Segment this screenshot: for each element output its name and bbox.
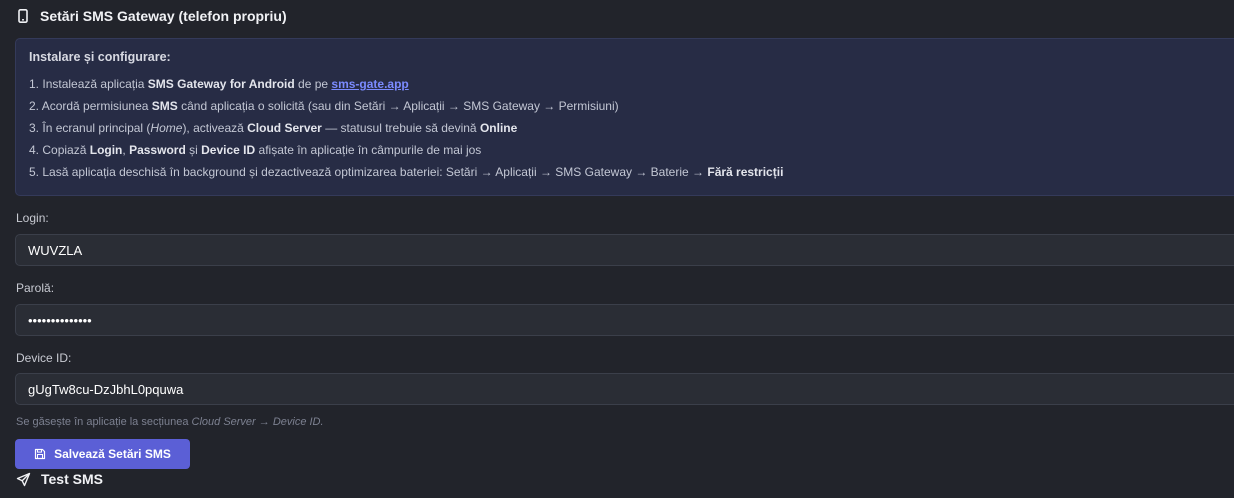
password-label: Parolă: xyxy=(16,281,55,295)
send-icon xyxy=(16,472,31,487)
instructions-heading: Instalare și configurare: xyxy=(29,50,171,64)
login-label: Login: xyxy=(16,211,49,225)
device-id-input[interactable] xyxy=(15,373,1234,405)
section-title: Setări SMS Gateway (telefon propriu) xyxy=(16,6,287,26)
instruction-step-1: 1. Instalează aplicația SMS Gateway for … xyxy=(29,77,409,91)
test-sms-title: Test SMS xyxy=(16,470,103,488)
save-sms-settings-button[interactable]: Salvează Setări SMS xyxy=(15,439,190,469)
instruction-step-2: 2. Acordă permisiunea SMS când aplicația… xyxy=(29,99,619,113)
phone-icon xyxy=(16,8,30,24)
save-button-label: Salvează Setări SMS xyxy=(54,447,171,461)
floppy-disk-icon xyxy=(34,448,46,460)
install-instructions-box: Instalare și configurare: 1. Instalează … xyxy=(15,38,1234,196)
sms-gate-link[interactable]: sms-gate.app xyxy=(331,77,408,91)
device-id-label: Device ID: xyxy=(16,351,72,365)
instructions-list: 1. Instalează aplicația SMS Gateway for … xyxy=(29,76,783,186)
password-input[interactable] xyxy=(15,304,1234,336)
login-input[interactable] xyxy=(15,234,1234,266)
instruction-step-5: 5. Lasă aplicația deschisă în background… xyxy=(29,165,784,179)
device-id-hint: Se găsește în aplicație la secțiunea Clo… xyxy=(16,416,324,428)
test-sms-title-text: Test SMS xyxy=(41,471,103,487)
sms-settings-page: Setări SMS Gateway (telefon propriu) Ins… xyxy=(0,0,1234,498)
section-title-text: Setări SMS Gateway (telefon propriu) xyxy=(40,8,287,24)
instruction-step-3: 3. În ecranul principal (Home), activeaz… xyxy=(29,121,518,135)
instruction-step-4: 4. Copiază Login, Password și Device ID … xyxy=(29,143,482,157)
